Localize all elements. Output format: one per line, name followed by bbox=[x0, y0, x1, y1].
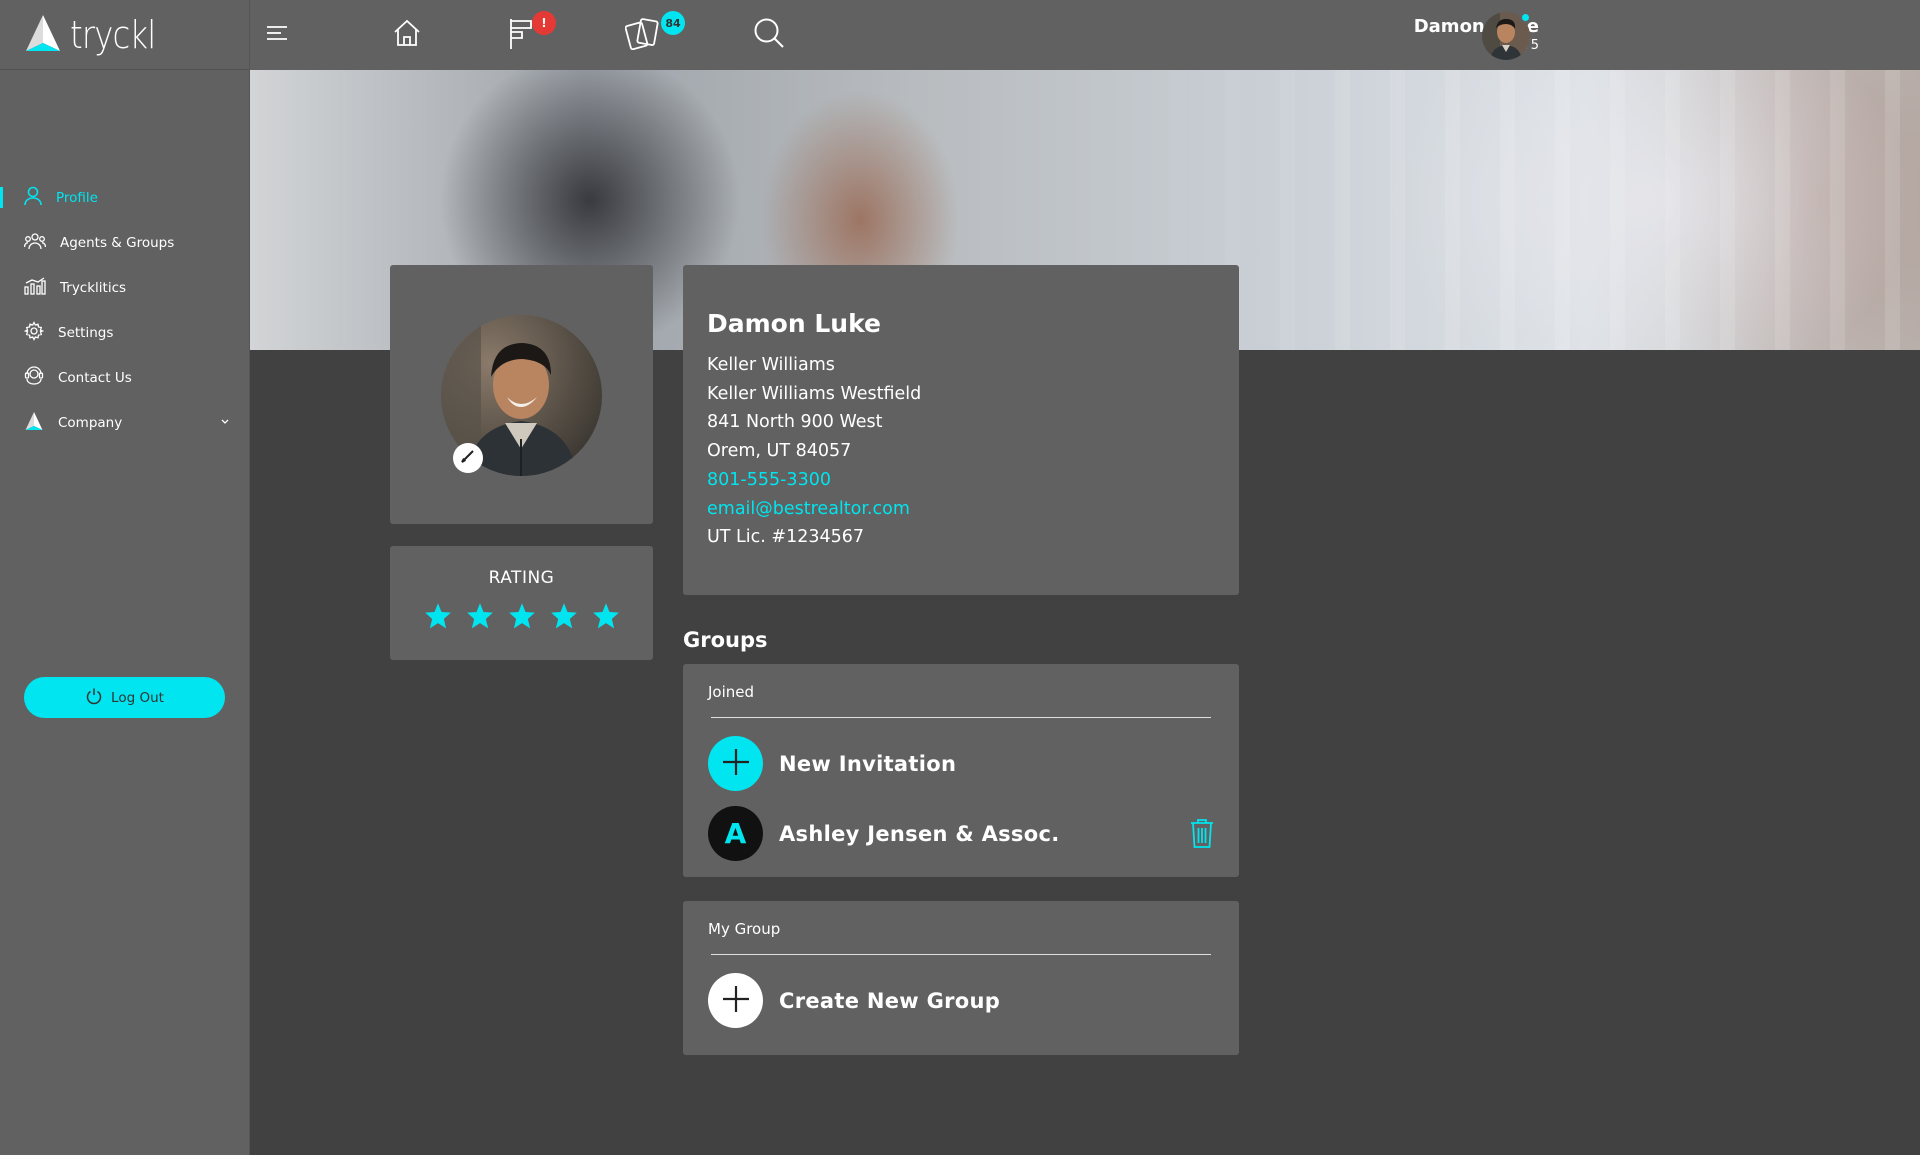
star-icon bbox=[508, 603, 535, 629]
contact-icon bbox=[24, 365, 44, 390]
profile-street: 841 North 900 West bbox=[707, 412, 883, 433]
online-status-dot bbox=[1520, 12, 1531, 23]
hamburger-icon bbox=[266, 25, 288, 45]
profile-license: UT Lic. #1234567 bbox=[707, 527, 865, 548]
notifications-badge: ! bbox=[532, 11, 556, 35]
user-icon bbox=[24, 186, 42, 210]
top-bar: ! 84 Damon Luke $ 19.75 bbox=[250, 0, 1920, 70]
divider bbox=[711, 717, 1211, 718]
star-rating bbox=[390, 602, 653, 629]
cards-icon bbox=[624, 16, 665, 54]
star-icon bbox=[592, 603, 619, 629]
search-icon bbox=[753, 17, 785, 53]
joined-groups-card: Joined New Invitation A Ashley Jensen & … bbox=[683, 664, 1239, 877]
plus-icon bbox=[722, 748, 750, 780]
star-icon bbox=[466, 603, 493, 629]
rating-title: RATING bbox=[488, 568, 555, 588]
new-invitation-row[interactable]: New Invitation bbox=[708, 736, 1214, 791]
cards-badge: 84 bbox=[661, 11, 685, 35]
search-button[interactable] bbox=[753, 0, 785, 70]
home-button[interactable] bbox=[392, 0, 422, 70]
profile-name: Damon Luke bbox=[707, 309, 881, 338]
company-logo-icon bbox=[24, 411, 44, 435]
tryckl-logo-icon bbox=[24, 13, 62, 57]
sidebar-item-label: Trycklitics bbox=[60, 279, 127, 296]
sidebar-item-label: Contact Us bbox=[58, 369, 132, 386]
sidebar-item-label: Company bbox=[58, 414, 123, 431]
plus-icon bbox=[722, 985, 750, 1017]
sidebar-nav: Profile Agents & Groups Trycklitics Sett… bbox=[0, 175, 250, 445]
group-name: Ashley Jensen & Assoc. bbox=[779, 821, 1060, 846]
rating-card: RATING bbox=[390, 546, 653, 660]
sidebar-item-contact-us[interactable]: Contact Us bbox=[0, 355, 250, 400]
create-group-button[interactable] bbox=[708, 973, 763, 1028]
profile-info-card: Damon Luke Keller Williams Keller Willia… bbox=[683, 265, 1239, 595]
profile-email-link[interactable]: email@bestrealtor.com bbox=[707, 495, 1215, 524]
profile-brokerage: Keller Williams bbox=[707, 355, 835, 375]
notifications-button[interactable] bbox=[507, 0, 537, 70]
logo-text: tryckl bbox=[70, 12, 156, 57]
cards-button[interactable] bbox=[624, 0, 665, 70]
profile-office: Keller Williams Westfield bbox=[707, 383, 922, 404]
star-icon bbox=[550, 603, 577, 629]
groups-heading: Groups bbox=[683, 628, 768, 652]
analytics-icon bbox=[24, 276, 46, 299]
logout-label: Log Out bbox=[111, 689, 164, 706]
sidebar-item-profile[interactable]: Profile bbox=[0, 175, 250, 220]
sidebar-item-label: Profile bbox=[56, 189, 98, 206]
group-avatar: A bbox=[708, 806, 763, 861]
edit-photo-button[interactable] bbox=[453, 443, 483, 473]
sidebar-item-trycklitics[interactable]: Trycklitics bbox=[0, 265, 250, 310]
new-invitation-label: New Invitation bbox=[779, 751, 957, 776]
group-list-item[interactable]: A Ashley Jensen & Assoc. bbox=[708, 806, 1214, 861]
create-group-label: Create New Group bbox=[779, 988, 1001, 1013]
divider bbox=[711, 954, 1211, 955]
sidebar-item-label: Settings bbox=[58, 324, 114, 341]
profile-phone-link[interactable]: 801-555-3300 bbox=[707, 466, 1215, 495]
create-group-row[interactable]: Create New Group bbox=[708, 973, 1214, 1028]
logout-button[interactable]: Log Out bbox=[24, 677, 225, 718]
new-invitation-button[interactable] bbox=[708, 736, 763, 791]
chevron-down-icon[interactable] bbox=[220, 414, 230, 430]
star-icon bbox=[424, 603, 451, 629]
profile-city: Orem, UT 84057 bbox=[707, 441, 852, 462]
menu-button[interactable] bbox=[266, 0, 288, 70]
profile-photo-card bbox=[390, 265, 653, 524]
trash-icon[interactable] bbox=[1190, 818, 1214, 852]
my-group-label: My Group bbox=[708, 920, 781, 938]
gear-icon bbox=[23, 320, 45, 345]
logo[interactable]: tryckl bbox=[0, 0, 249, 70]
sidebar-item-settings[interactable]: Settings bbox=[0, 310, 250, 355]
home-icon bbox=[392, 18, 422, 52]
sidebar-item-agents-groups[interactable]: Agents & Groups bbox=[0, 220, 250, 265]
sidebar-item-label: Agents & Groups bbox=[60, 234, 175, 251]
joined-label: Joined bbox=[708, 683, 755, 701]
power-icon bbox=[85, 687, 103, 709]
pencil-icon bbox=[460, 448, 476, 468]
my-group-card: My Group Create New Group bbox=[683, 901, 1239, 1055]
sidebar: tryckl Profile Agents & Groups Tryckliti… bbox=[0, 0, 250, 1155]
sidebar-item-company[interactable]: Company bbox=[0, 400, 250, 445]
group-icon bbox=[23, 232, 47, 254]
